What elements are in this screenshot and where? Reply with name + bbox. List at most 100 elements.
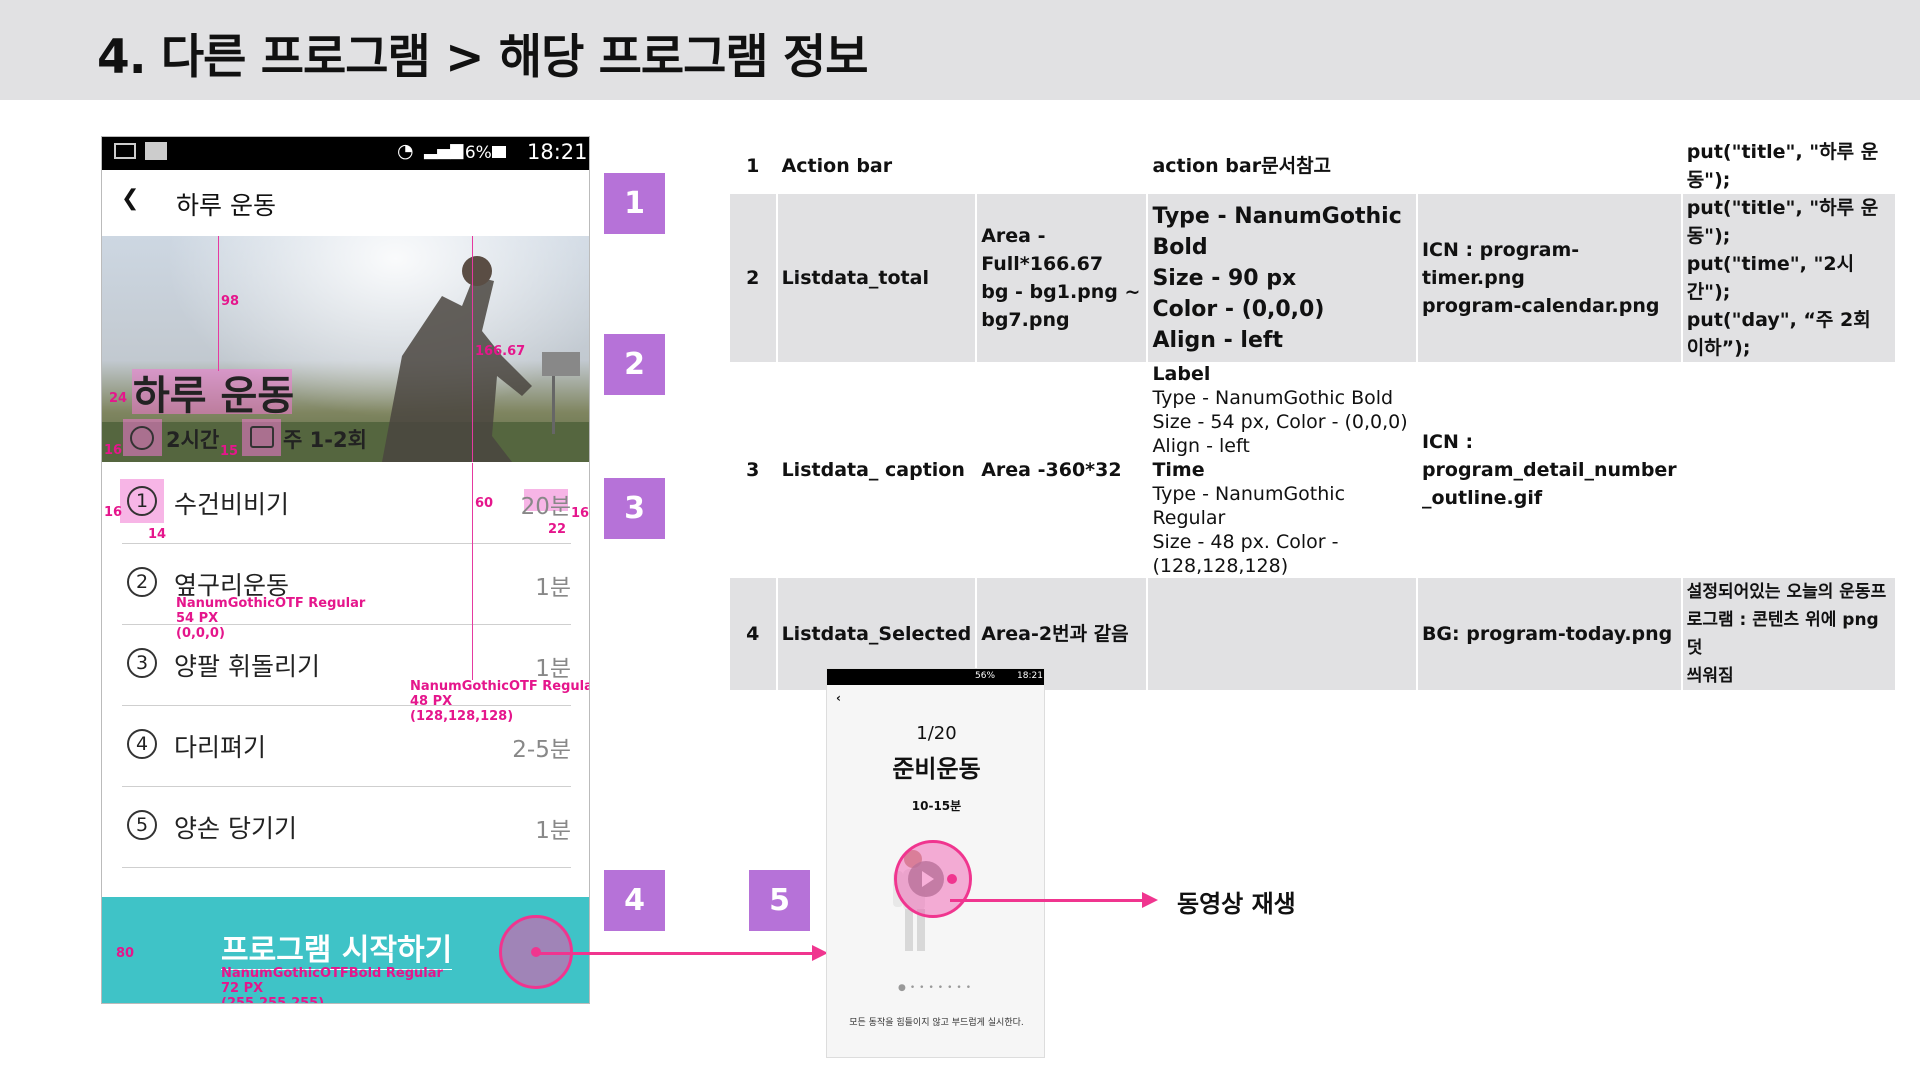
arrow-line-to-label (950, 899, 1146, 902)
mini-back-icon[interactable]: ‹ (836, 691, 841, 705)
style-line: Size - 48 px. Color - (1152, 531, 1339, 553)
style-line: Type - NanumGothic Bold (1152, 203, 1402, 260)
step-number: 1 (127, 486, 157, 516)
cell-area: Area -360*32 (976, 362, 1149, 578)
time-spec: NanumGothicOTF Regular 48 PX (128,128,12… (410, 679, 590, 724)
mini-caption: 모든 동작을 힘들이지 않고 부드럽게 실시한다. (849, 1018, 1024, 1028)
battery-level: 56% (454, 143, 492, 163)
code-line: 씌워짐 (1686, 666, 1734, 686)
battery-icon (492, 146, 506, 158)
measure-16b: 16 (104, 505, 123, 520)
area-line: bg7.png (981, 309, 1070, 331)
step-time: 1분 (535, 575, 571, 601)
phone-mockup: ◔ ▂▄▆ 56% 18:21 ❮ 하루 운동 하루 운동 2시간 주 1-2회… (101, 136, 590, 1004)
step-time: 1분 (535, 656, 571, 682)
step-number: 2 (127, 567, 157, 597)
code-line: put("time", "2시간"); (1686, 253, 1855, 303)
measure-166: 166.67 (475, 344, 526, 359)
style-line: Align - left (1152, 435, 1250, 457)
mail-icon (114, 143, 136, 159)
play-touch-indicator (894, 840, 972, 918)
mini-status-bar: 56% 18:21 (827, 669, 1044, 685)
caption-spec: NanumGothicOTF Regular 54 PX (0,0,0) (176, 596, 365, 641)
timer-icon (130, 426, 154, 450)
bag-icon (145, 142, 167, 160)
code-line: 로그램 : 콘텐츠 위에 png 덧 (1686, 610, 1879, 658)
style-heading: Time (1152, 459, 1205, 481)
cell-icon: ICN : program-timer.png program-calendar… (1416, 194, 1683, 362)
measure-98: 98 (221, 294, 240, 309)
guide-line-98 (218, 236, 219, 371)
cell-num: 1 (730, 138, 778, 194)
button-spec: NanumGothicOTFBold Regular 72 PX (255,25… (221, 966, 443, 1004)
icon-line: program_detail_number (1421, 459, 1677, 481)
cell-code (1681, 362, 1898, 578)
cell-icon: ICN : program_detail_number _outline.gif (1416, 362, 1683, 578)
cell-icon: BG: program-today.png (1416, 578, 1683, 690)
cell-style: Label Type - NanumGothic Bold Size - 54 … (1147, 362, 1418, 578)
mini-title: 준비운동 (892, 755, 981, 783)
cell-code: put("title", "하루 운동"); (1681, 138, 1898, 194)
step-time: 1분 (535, 818, 571, 844)
step-label: 다리펴기 (174, 733, 267, 762)
spec-line: NanumGothicOTFBold Regular (221, 966, 443, 981)
step-label: 양손 당기기 (174, 814, 297, 843)
mini-time: 18:21 (1017, 671, 1043, 681)
measure-60: 60 (475, 496, 494, 511)
cell-area: Area -Full*166.67 bg - bg1.png ~ bg7.png (976, 194, 1149, 362)
measure-80: 80 (116, 946, 135, 961)
hero-title: 하루 운동 (133, 373, 295, 419)
code-line: put("day", “주 2회 이하”); (1686, 309, 1871, 359)
mini-counter: 1/20 (916, 723, 957, 744)
list-item[interactable]: 1 수건비비기 20분 (120, 463, 571, 544)
step-number: 3 (127, 648, 157, 678)
slide-header: 4. 다른 프로그램 > 해당 프로그램 정보 (0, 0, 1920, 100)
measure-14: 14 (148, 527, 167, 542)
start-program-bar[interactable]: 프로그램 시작하기 80 NanumGothicOTFBold Regular … (102, 897, 589, 1004)
icon-line: _outline.gif (1421, 487, 1543, 509)
cell-area (976, 138, 1149, 194)
code-line: put("title", "하루 운동"); (1686, 197, 1879, 247)
step-label: 수건비비기 (174, 490, 290, 519)
status-time: 18:21 (527, 140, 588, 164)
spec-line: (255,255,255) (221, 996, 325, 1004)
step-label: 양팔 휘돌리기 (174, 652, 320, 681)
icon-line: ICN : (1421, 431, 1474, 453)
start-program-button[interactable]: 프로그램 시작하기 (221, 925, 453, 970)
badge-2: 2 (604, 334, 665, 395)
cell-code: put("title", "하루 운동"); put("time", "2시간"… (1681, 194, 1898, 362)
measure-15: 15 (220, 444, 239, 459)
step-number: 5 (127, 810, 157, 840)
back-button[interactable]: ❮ (121, 186, 139, 211)
mini-battery: 56% (975, 671, 996, 681)
measure-24: 24 (109, 391, 128, 406)
style-line: Align - left (1152, 327, 1283, 353)
spec-line: 48 PX (410, 694, 453, 709)
hero-day: 주 1-2회 (283, 428, 367, 452)
cell-style: Type - NanumGothic Bold Size - 90 px Col… (1147, 194, 1418, 362)
measure-16a: 16 (104, 443, 123, 458)
cell-name: Listdata_ caption (776, 362, 978, 578)
spec-line: (128,128,128) (410, 709, 514, 724)
area-line: Area -Full*166.67 (981, 225, 1104, 275)
spec-line: NanumGothicOTF Regular (410, 679, 590, 694)
action-bar-title: 하루 운동 (176, 191, 276, 220)
style-line: Type - NanumGothic Bold (1152, 387, 1394, 409)
table-row: 2 Listdata_total Area -Full*166.67 bg - … (730, 194, 1898, 362)
spec-line: 72 PX (221, 981, 264, 996)
style-line: Size - 54 px, Color - (0,0,0) (1152, 411, 1408, 433)
mini-duration: 10-15분 (911, 799, 962, 813)
style-heading: Label (1152, 363, 1211, 385)
cell-icon (1416, 138, 1683, 194)
icon-line: ICN : program-timer.png (1421, 239, 1580, 289)
step-time: 20분 (520, 494, 571, 520)
step-number: 4 (127, 729, 157, 759)
hero-listdata-total: 하루 운동 2시간 주 1-2회 98 166.67 24 16 15 (102, 236, 589, 462)
arrow-line-to-screen (536, 952, 816, 955)
slide: 4. 다른 프로그램 > 해당 프로그램 정보 ◔ ▂▄▆ 56% 18:21 … (0, 0, 1920, 1080)
cell-name: Listdata_total (776, 194, 978, 362)
step-time: 2-5분 (512, 737, 571, 763)
cell-num: 2 (730, 194, 778, 362)
style-line: Color - (0,0,0) (1152, 296, 1325, 322)
list-item[interactable]: 5 양손 당기기 1분 (122, 787, 571, 868)
